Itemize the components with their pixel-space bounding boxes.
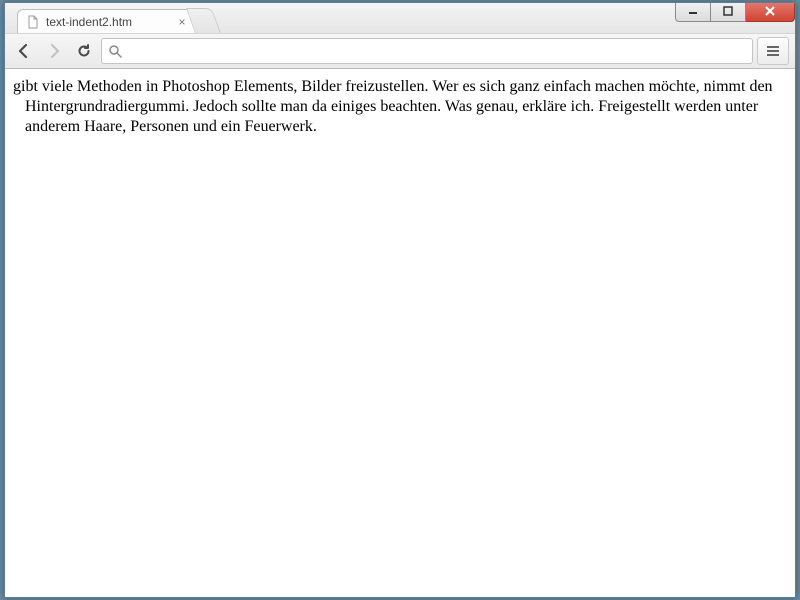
search-icon xyxy=(108,44,122,58)
address-bar[interactable] xyxy=(101,38,753,64)
body-paragraph: gibt viele Methoden in Photoshop Element… xyxy=(5,77,785,137)
tab-title: text-indent2.htm xyxy=(46,15,176,29)
page-content: gibt viele Methoden in Photoshop Element… xyxy=(5,69,795,145)
maximize-button[interactable] xyxy=(711,2,746,22)
back-button[interactable] xyxy=(11,38,37,64)
menu-button[interactable] xyxy=(757,37,789,65)
minimize-button[interactable] xyxy=(675,2,711,22)
toolbar xyxy=(5,33,795,69)
titlebar: text-indent2.htm × xyxy=(5,3,795,33)
file-icon xyxy=(26,15,40,29)
url-input[interactable] xyxy=(128,40,746,62)
browser-tab[interactable]: text-indent2.htm × xyxy=(17,9,197,33)
window-controls xyxy=(675,2,795,22)
close-window-button[interactable] xyxy=(746,2,795,22)
close-tab-icon[interactable]: × xyxy=(176,16,188,28)
page-viewport[interactable]: gibt viele Methoden in Photoshop Element… xyxy=(5,69,795,597)
browser-window: text-indent2.htm × xyxy=(4,2,796,598)
forward-button[interactable] xyxy=(41,38,67,64)
reload-button[interactable] xyxy=(71,38,97,64)
